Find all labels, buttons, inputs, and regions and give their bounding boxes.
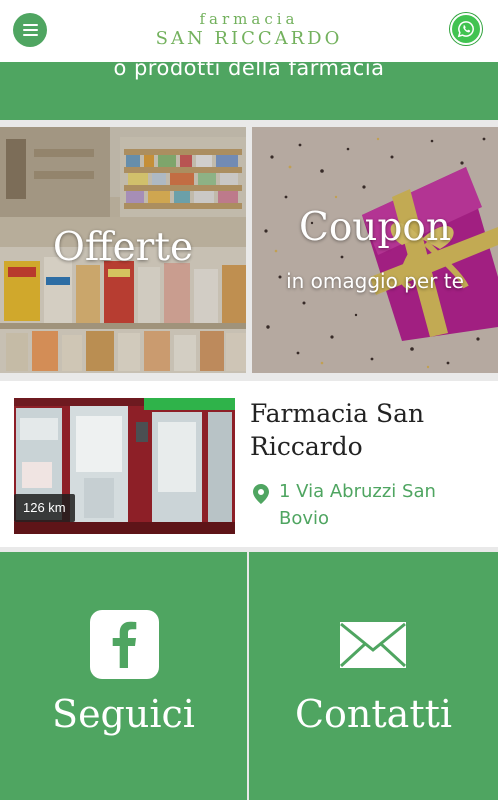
whatsapp-button[interactable] [450, 13, 482, 45]
location-pin-icon [253, 484, 269, 504]
logo-bottom-text: SAN RICCARDO [155, 28, 343, 49]
follow-us-label: Seguici [52, 692, 195, 736]
coupon-subtitle: in omaggio per te [286, 269, 464, 293]
follow-us-tile[interactable]: Seguici [0, 552, 247, 800]
banner-text: o prodotti della farmacia [113, 62, 385, 80]
store-name: Farmacia San Riccardo [250, 399, 425, 461]
promo-banner[interactable]: o prodotti della farmacia [0, 62, 498, 120]
gift-box-image [252, 127, 498, 373]
mail-icon [339, 622, 407, 668]
coupon-title: Coupon [298, 205, 451, 250]
logo-top-text: farmacia [199, 10, 299, 28]
contacts-label: Contatti [294, 692, 453, 736]
store-address[interactable]: 1 Via Abruzzi San Bovio [279, 478, 479, 532]
whatsapp-icon [457, 21, 474, 38]
app-header: farmacia SAN RICCARDO [0, 0, 498, 62]
coupon-tile[interactable]: Coupon in omaggio per te [252, 127, 498, 373]
offerte-tile[interactable]: Offerte [0, 127, 246, 373]
contacts-tile[interactable]: Contatti [249, 552, 498, 800]
offerte-title: Offerte [52, 225, 194, 270]
distance-badge: 126 km [14, 494, 75, 522]
facebook-icon [90, 610, 159, 679]
